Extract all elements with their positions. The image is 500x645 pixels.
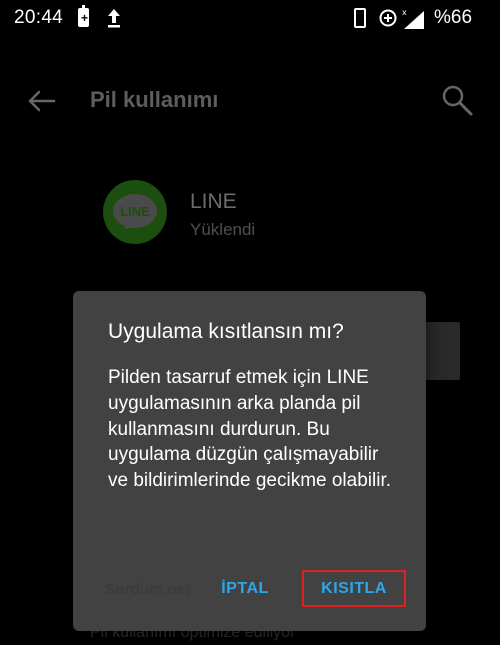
status-bar: 20:44 + x %66 xyxy=(0,0,500,36)
background-control xyxy=(420,322,460,380)
line-app-icon: LINE xyxy=(103,180,167,244)
line-logo-text: LINE xyxy=(120,204,150,219)
app-status: Yüklendi xyxy=(190,220,256,239)
arrow-left-icon[interactable] xyxy=(26,86,56,116)
dialog-message: Pilden tasarruf etmek için LINE uygulama… xyxy=(108,367,392,492)
status-time: 20:44 xyxy=(14,7,64,28)
restrict-button[interactable]: KISITLA xyxy=(302,570,406,607)
search-icon[interactable] xyxy=(440,83,474,117)
signal-icon: x xyxy=(402,8,424,29)
vibrate-phone-icon xyxy=(354,8,366,28)
app-name: LINE xyxy=(190,190,237,213)
restrict-app-dialog: Uygulama kısıtlansın mı? Pilden tasarruf… xyxy=(73,291,426,631)
data-saver-icon xyxy=(379,9,397,27)
page-title: Pil kullanımı xyxy=(90,87,219,112)
svg-text:x: x xyxy=(402,8,407,17)
battery-percent: %66 xyxy=(434,7,473,28)
dialog-title: Uygulama kısıtlansın mı? xyxy=(108,320,344,343)
upload-icon xyxy=(108,9,120,28)
watermark: Sordum.net xyxy=(105,581,191,598)
cancel-button[interactable]: İPTAL xyxy=(209,571,281,607)
battery-charging-icon: + xyxy=(78,5,89,27)
